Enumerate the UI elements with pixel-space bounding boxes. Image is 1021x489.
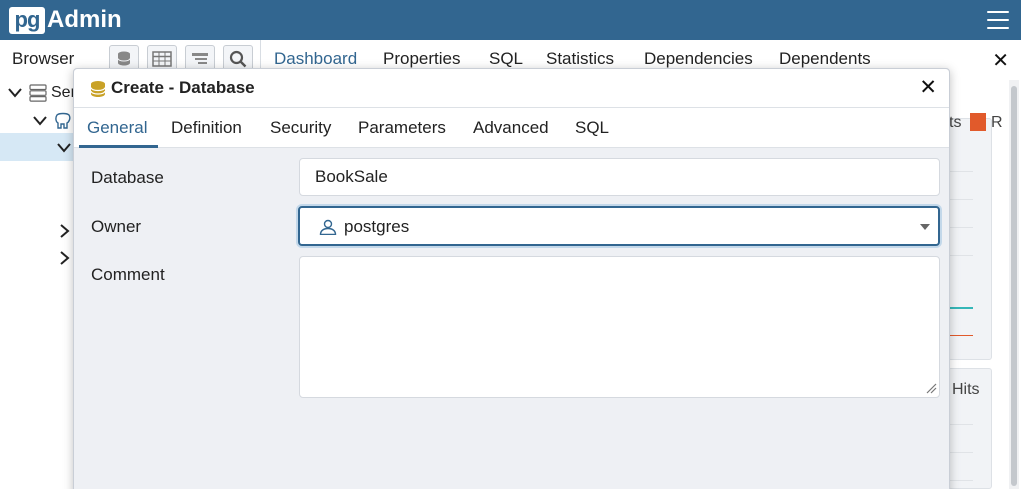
database-name-input[interactable] (299, 158, 940, 196)
tab-security[interactable]: Security (270, 118, 331, 138)
tab-sql[interactable]: SQL (575, 118, 609, 138)
tab-advanced[interactable]: Advanced (473, 118, 549, 138)
active-tab-indicator (79, 145, 158, 148)
tab-dependents[interactable]: Dependents (779, 49, 871, 69)
chevron-right-icon[interactable] (60, 224, 70, 238)
dialog-title: Create - Database (111, 78, 255, 97)
tab-dashboard[interactable]: Dashboard (274, 49, 357, 69)
comment-label: Comment (91, 265, 165, 284)
dialog-tabs: General Definition Security Parameters A… (74, 108, 949, 148)
legend-letter: R (991, 114, 1003, 131)
chevron-down-icon[interactable] (920, 224, 930, 230)
tab-parameters[interactable]: Parameters (358, 118, 446, 138)
tab-general[interactable]: General (87, 118, 147, 138)
servers-icon (29, 84, 47, 102)
browser-title: Browser (12, 49, 75, 68)
chevron-down-icon[interactable] (33, 116, 47, 126)
tab-sql[interactable]: SQL (489, 49, 523, 69)
tab-statistics[interactable]: Statistics (546, 49, 614, 69)
menu-icon[interactable] (987, 11, 1009, 29)
chevron-down-icon[interactable] (8, 88, 22, 98)
close-icon[interactable]: ✕ (919, 75, 937, 100)
logo-pg: pg (9, 6, 45, 34)
chevron-down-icon[interactable] (57, 143, 71, 153)
series-line-orange (949, 335, 973, 336)
database-label: Database (91, 168, 164, 187)
close-panel-icon[interactable]: ✕ (992, 48, 1009, 73)
comment-textarea[interactable] (299, 256, 940, 398)
legend-partial-label: ts (949, 114, 962, 131)
series-line-teal (949, 307, 973, 309)
owner-select[interactable]: postgres (298, 206, 940, 246)
resize-handle-icon[interactable] (925, 382, 937, 394)
hits-label: Hits (952, 381, 980, 398)
server-elephant-icon (55, 112, 71, 129)
tab-dependencies[interactable]: Dependencies (644, 49, 753, 69)
tab-properties[interactable]: Properties (383, 49, 460, 69)
create-database-dialog: Create - Database ✕ General Definition S… (73, 68, 950, 489)
legend-swatch (970, 113, 986, 131)
owner-value: postgres (344, 217, 410, 236)
logo-admin: Admin (47, 6, 122, 33)
top-bar: pg Admin (0, 0, 1021, 40)
dashboard-hits-panel: Hits (948, 368, 992, 489)
owner-label: Owner (91, 217, 142, 236)
tab-definition[interactable]: Definition (171, 118, 242, 138)
pgadmin-logo: pg Admin (9, 6, 122, 34)
dashboard-chart-panel: ts R (948, 113, 1003, 360)
database-icon (90, 81, 106, 97)
user-icon (319, 219, 337, 235)
chevron-right-icon[interactable] (60, 251, 70, 265)
dashboard-scrollbar-thumb[interactable] (1011, 86, 1017, 486)
dialog-header[interactable]: Create - Database ✕ (74, 69, 949, 108)
